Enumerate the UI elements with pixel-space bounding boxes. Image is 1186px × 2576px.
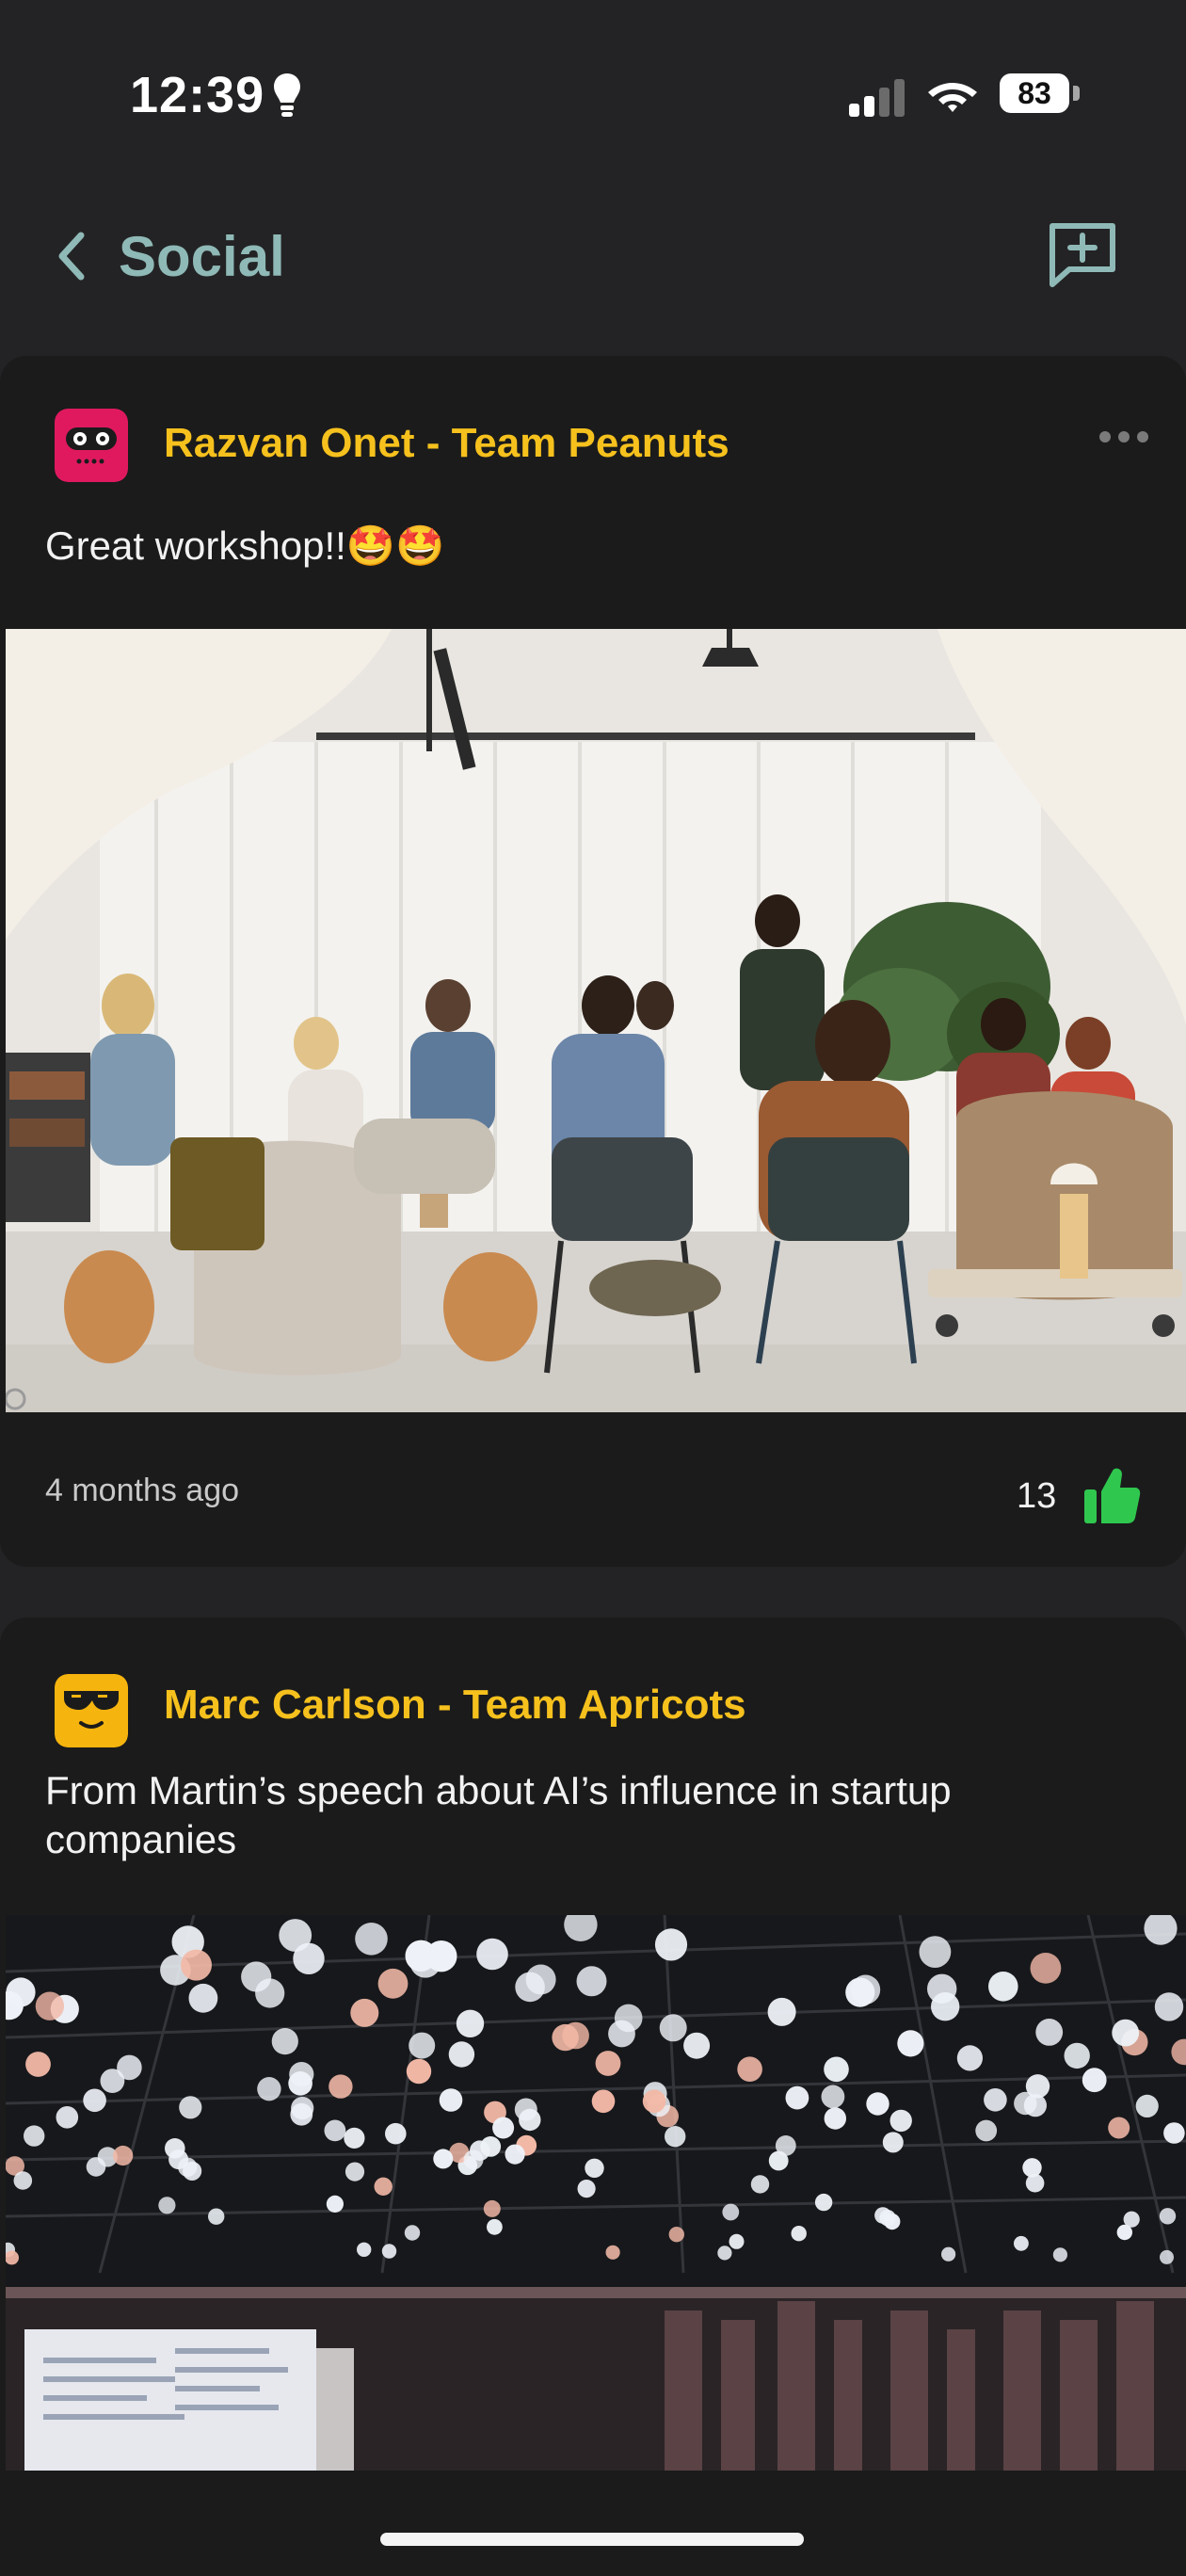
wifi-icon [928,83,977,112]
post-author[interactable]: Marc Carlson - Team Apricots [164,1682,746,1729]
chat-plus-icon [1050,223,1115,287]
status-time: 12:39 [130,67,265,123]
like-button[interactable] [1082,1465,1141,1525]
status-bar: 12:39 83 [0,0,1186,188]
thumbs-up-icon [1084,1468,1141,1523]
more-options-button[interactable] [1098,427,1150,446]
cellular-signal-icon [849,79,905,117]
new-post-button[interactable] [1047,220,1118,292]
page-title: Social [119,224,285,288]
post-card: Marc Carlson - Team Apricots From Martin… [0,1618,1186,2576]
chevron-left-icon [58,232,85,281]
post-text: Great workshop!!🤩🤩 [45,523,445,568]
sunglasses-face-avatar [55,1674,128,1747]
ellipsis-icon [1099,431,1148,443]
battery-level: 83 [1018,76,1051,110]
like-count: 13 [1017,1476,1057,1516]
lightbulb-icon [274,73,300,117]
post-image[interactable] [6,1915,1186,2471]
post-timestamp: 4 months ago [45,1473,240,1508]
post-image[interactable] [6,629,1186,1412]
post-text: From Martin’s speech about AI’s influenc… [45,1768,952,1861]
post-author[interactable]: Razvan Onet - Team Peanuts [164,420,729,467]
home-indicator[interactable] [380,2533,804,2546]
conference-hall-lights-photo [6,1915,1186,2471]
robot-face-avatar [55,409,128,482]
battery-icon: 83 [1000,73,1081,117]
post-card: Razvan Onet - Team Peanuts Great worksho… [0,356,1186,1567]
back-button[interactable]: Social [47,218,285,294]
workshop-group-photo [6,629,1186,1412]
